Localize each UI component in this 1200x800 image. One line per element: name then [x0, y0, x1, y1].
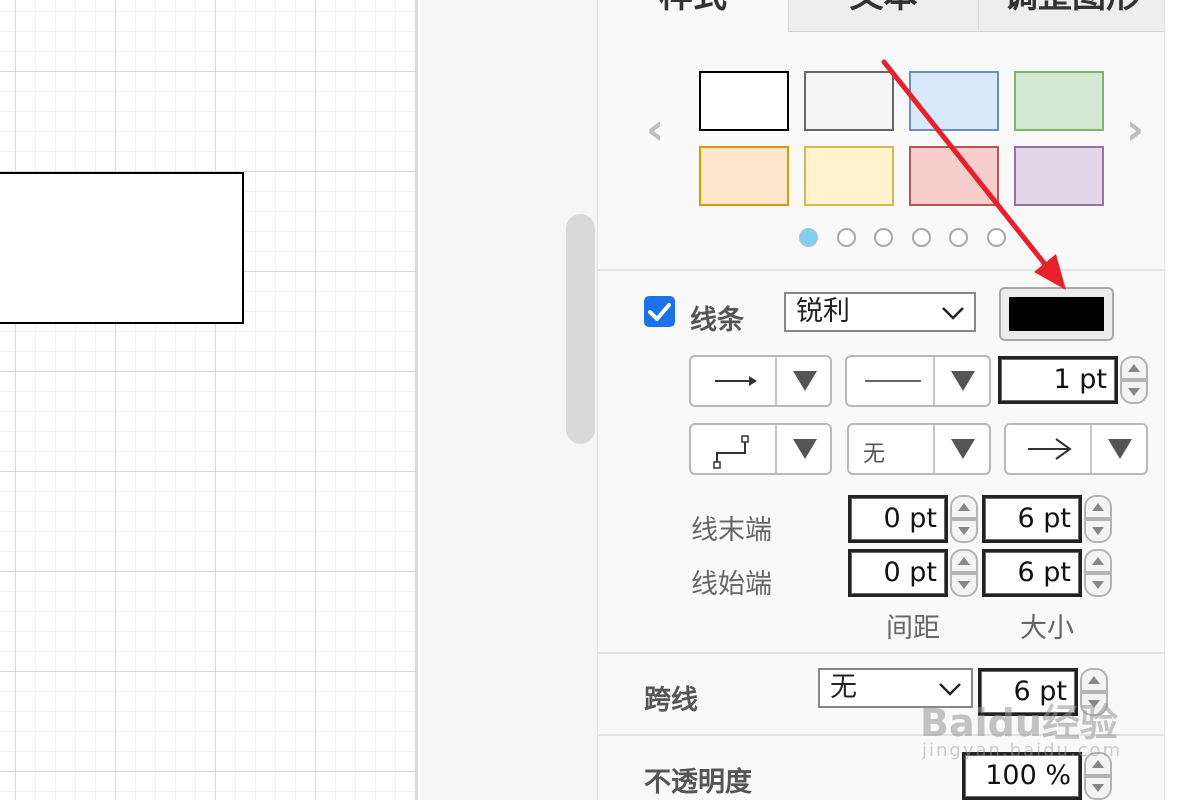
line-end-label: 线末端 [691, 515, 772, 546]
swatch-page-dot[interactable] [986, 228, 1006, 247]
line-label: 线条 [690, 305, 744, 336]
connection-style-dropdown[interactable] [689, 355, 832, 407]
stepper-up-icon[interactable] [1120, 356, 1148, 380]
stepper-up-icon[interactable] [1084, 495, 1112, 519]
orthogonal-connector-icon [713, 435, 749, 469]
section-divider [598, 269, 1165, 271]
style-swatch[interactable] [804, 146, 894, 206]
line-jumps-label: 跨线 [644, 685, 698, 716]
line-end-size-input[interactable]: 6 pt [982, 495, 1082, 543]
chevron-down-icon [942, 307, 964, 320]
line-style-value: 锐利 [796, 296, 850, 327]
solid-line-icon [865, 380, 921, 382]
line-start-spacing-input[interactable]: 0 pt [848, 549, 948, 597]
line-color-button[interactable] [999, 287, 1114, 341]
stepper-up-icon[interactable] [950, 549, 978, 573]
line-jumps-value: 无 [830, 672, 857, 703]
stepper-up-icon[interactable] [1080, 668, 1108, 692]
line-width-stepper[interactable] [1120, 356, 1148, 404]
style-swatch[interactable] [804, 71, 894, 131]
line-start-label: 线始端 [691, 569, 772, 600]
line-start-dropdown[interactable]: 无 [847, 423, 991, 475]
line-end-spacing-input[interactable]: 0 pt [848, 495, 948, 543]
dropdown-triangle-icon [793, 439, 817, 459]
watermark-url: jingyan.baidu.com [922, 740, 1123, 761]
stepper-down-icon[interactable] [1084, 573, 1112, 597]
style-swatch[interactable] [699, 146, 789, 206]
dropdown-separator [1090, 425, 1092, 473]
line-width-input[interactable]: 1 pt [998, 356, 1118, 404]
style-swatch[interactable] [909, 71, 999, 131]
line-color-fill [1009, 297, 1104, 331]
stepper-up-icon[interactable] [950, 495, 978, 519]
stepper-up-icon[interactable] [1084, 549, 1112, 573]
tab-style[interactable]: 样式 [598, 0, 788, 32]
opacity-label: 不透明度 [644, 767, 752, 798]
spacing-caption: 间距 [886, 613, 940, 644]
size-caption: 大小 [1020, 613, 1074, 644]
dropdown-separator [933, 357, 935, 405]
stepper-down-icon[interactable] [1084, 519, 1112, 543]
chevron-left-icon[interactable]: ‹ [646, 108, 664, 152]
dropdown-separator [775, 357, 777, 405]
style-swatch[interactable] [909, 146, 999, 206]
chevron-right-icon[interactable]: › [1126, 108, 1144, 152]
canvas-scroll-gutter [420, 0, 598, 800]
dropdown-separator [775, 425, 777, 473]
style-swatch[interactable] [1014, 146, 1104, 206]
swatch-page-dot[interactable] [799, 228, 818, 247]
open-arrow-icon [1028, 438, 1072, 460]
watermark-logo: Baidu经验 [920, 701, 1118, 745]
line-start-none-label: 无 [863, 442, 886, 467]
line-style-select[interactable]: 锐利 [784, 292, 976, 332]
style-swatch[interactable] [1014, 71, 1104, 131]
window-edge [1164, 0, 1200, 800]
waypoints-dropdown[interactable] [689, 423, 832, 475]
swatch-page-dot[interactable] [874, 228, 893, 247]
dropdown-separator [933, 425, 935, 473]
format-panel: 样式 文本 调整图形 ‹ › 线条 锐利 1 pt [597, 0, 1165, 800]
line-end-spacing-stepper[interactable] [950, 495, 978, 543]
dropdown-triangle-icon [793, 371, 817, 391]
section-divider [598, 652, 1165, 654]
line-start-size-input[interactable]: 6 pt [982, 549, 1082, 597]
dropdown-triangle-icon [951, 371, 975, 391]
style-swatch[interactable] [699, 71, 789, 131]
swatch-page-dot[interactable] [836, 228, 856, 247]
checkmark-icon [648, 303, 671, 321]
swatch-page-dot[interactable] [911, 228, 931, 247]
line-end-dropdown[interactable] [1004, 423, 1148, 475]
vertical-scrollbar[interactable] [566, 214, 595, 444]
line-enable-checkbox[interactable] [644, 296, 675, 327]
swatch-page-dot[interactable] [949, 228, 968, 247]
selected-rectangle-shape[interactable] [0, 172, 244, 324]
stepper-down-icon[interactable] [1084, 776, 1112, 800]
straight-arrow-icon [715, 376, 757, 386]
tab-text[interactable]: 文本 [788, 0, 978, 32]
line-pattern-dropdown[interactable] [845, 355, 991, 407]
line-start-spacing-stepper[interactable] [950, 549, 978, 597]
dropdown-triangle-icon [951, 439, 975, 459]
diagram-canvas[interactable] [0, 0, 418, 800]
stepper-down-icon[interactable] [950, 519, 978, 543]
dropdown-triangle-icon [1108, 439, 1132, 459]
stepper-down-icon[interactable] [950, 573, 978, 597]
line-start-size-stepper[interactable] [1084, 549, 1112, 597]
tab-arrange[interactable]: 调整图形 [978, 0, 1165, 32]
line-end-size-stepper[interactable] [1084, 495, 1112, 543]
stepper-down-icon[interactable] [1120, 380, 1148, 404]
